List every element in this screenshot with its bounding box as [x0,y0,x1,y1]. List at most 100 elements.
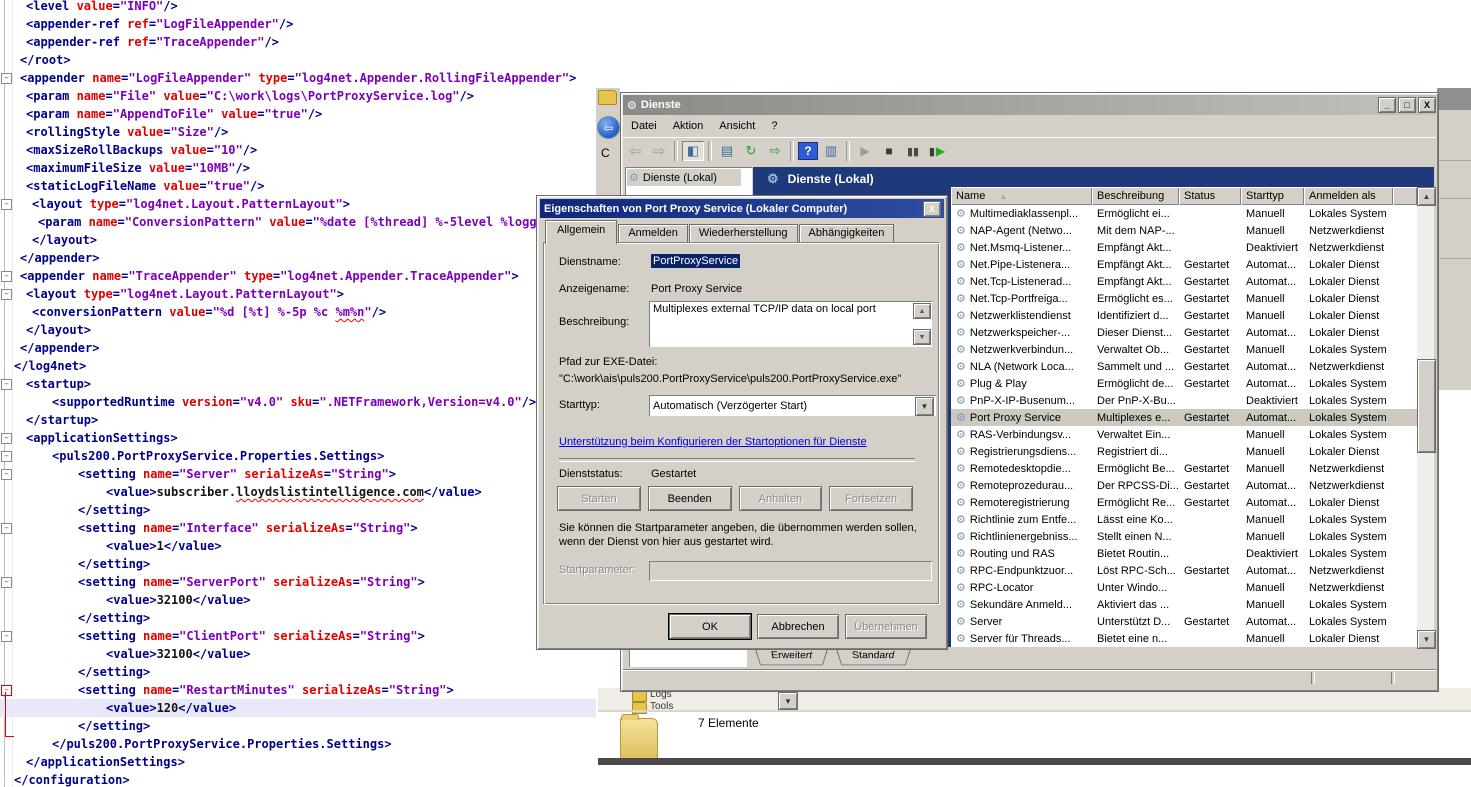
scroll-down-icon[interactable]: ▼ [1417,630,1436,649]
table-row[interactable]: ⚙NAP-Agent (Netwo...Mit dem NAP-...Manue… [951,222,1417,239]
column-header-filler[interactable] [1393,187,1417,205]
cell: ⚙Remoteregistrierung [951,496,1092,509]
table-row[interactable]: ⚙Registrierungsdiens...Registriert di...… [951,443,1417,460]
pause-service-icon[interactable]: ▮▮ [902,141,924,161]
menu-ansicht[interactable]: Ansicht [711,118,763,134]
fold-marker-icon[interactable]: − [1,199,12,210]
table-row[interactable]: ⚙Richtlinie zum Entfe...Lässt eine Ko...… [951,511,1417,528]
table-row[interactable]: ⚙Net.Pipe-Listenera...Empfängt Akt...Ges… [951,256,1417,273]
ok-button[interactable]: OK [669,614,751,639]
fold-marker-icon[interactable]: − [1,379,12,390]
table-row[interactable]: ⚙Sekundäre Anmeld...Aktiviert das ...Man… [951,596,1417,613]
cell: Sammelt und ... [1092,361,1179,373]
fold-marker-icon[interactable]: − [1,469,12,480]
fold-marker-icon[interactable]: − [1,577,12,588]
table-row[interactable]: ⚙NLA (Network Loca...Sammelt und ...Gest… [951,358,1417,375]
scrollbar-thumb[interactable] [1417,359,1436,453]
description-field[interactable]: Multiplexes external TCP/IP data on loca… [649,301,932,347]
table-row[interactable]: ⚙Richtlinienergebniss...Stellt einen N..… [951,528,1417,545]
apply-button[interactable]: Übernehmen [845,614,927,639]
start-service-icon[interactable]: ▶ [854,141,876,161]
tab-standard[interactable]: Standard [836,649,911,665]
fold-marker-icon[interactable]: − [1,523,12,534]
fold-marker-icon[interactable]: − [1,289,12,300]
dropdown-arrow-icon[interactable]: ▼ [915,397,934,416]
minimize-button[interactable]: _ [1378,97,1396,113]
table-row-selected[interactable]: ⚙Port Proxy ServiceMultiplexes e...Gesta… [951,409,1417,426]
tree-item-dienste-lokal[interactable]: ⚙ Dienste (Lokal) [627,169,741,186]
table-row[interactable]: ⚙RPC-LocatorUnter Windo...ManuellNetzwer… [951,579,1417,596]
tab-erweitert[interactable]: Erweitert [755,649,828,665]
fold-marker-icon[interactable]: − [1,451,12,462]
stop-button[interactable]: Beenden [648,486,732,511]
column-header-anmelden-als[interactable]: Anmelden als [1304,187,1393,205]
column-header-beschreibung[interactable]: Beschreibung [1092,187,1179,205]
table-row[interactable]: ⚙Multimediaklassenpl...Ermöglicht ei...M… [951,205,1417,222]
scroll-up-icon[interactable]: ▲ [1417,187,1436,206]
column-header-status[interactable]: Status [1179,187,1241,205]
forward-icon[interactable]: ⇨ [648,141,670,161]
table-row[interactable]: ⚙Netzwerkspeicher-...Dieser Dienst...Ges… [951,324,1417,341]
tab-allgemein[interactable]: Allgemein [545,220,617,244]
table-row[interactable]: ⚙RPC-Endpunktzuor...Löst RPC-Sch...Gesta… [951,562,1417,579]
show-console-tree-icon[interactable]: ◧ [682,141,704,161]
service-name-value[interactable]: PortProxyService [651,255,740,267]
startup-type-select[interactable]: Automatisch (Verzögerter Start) ▼ [649,395,936,416]
pause-button[interactable]: Anhalten [739,486,823,511]
table-row[interactable]: ⚙Net.Tcp-Portfreiga...Ermöglicht es...Ge… [951,290,1417,307]
table-row[interactable]: ⚙RemoteregistrierungErmöglicht Re...Gest… [951,494,1417,511]
cancel-button[interactable]: Abbrechen [757,614,839,639]
show-action-pane-icon[interactable]: ▥ [820,141,842,161]
back-icon[interactable]: ⇦ [597,116,620,139]
resume-button[interactable]: Fortsetzen [829,486,913,511]
statusbar [623,669,1436,687]
menu-datei[interactable]: Datei [623,118,665,134]
description-scrollbar: ▲ ▼ [913,303,930,345]
restart-service-icon[interactable]: ▶ [926,141,948,161]
tab-anmelden[interactable]: Anmelden [618,224,688,244]
tab-abhängigkeiten[interactable]: Abhängigkeiten [799,224,895,244]
column-header-name[interactable]: Name▲ [951,187,1092,205]
table-row[interactable]: ⚙Netzwerkverbindun...Verwaltet Ob...Gest… [951,341,1417,358]
properties-icon[interactable]: ▤ [716,141,738,161]
table-row[interactable]: ⚙RAS-Verbindungsv...Verwaltet Ein...Manu… [951,426,1417,443]
scroll-down-icon[interactable]: ▼ [913,329,931,345]
menu-aktion[interactable]: Aktion [665,118,712,134]
start-params-input[interactable] [649,561,932,581]
back-icon[interactable]: ⇦ [624,141,646,161]
table-row[interactable]: ⚙Net.Tcp-Listenerad...Empfängt Akt...Ges… [951,273,1417,290]
stop-service-icon[interactable]: ■ [878,141,900,161]
fold-marker-icon[interactable]: − [1,631,12,642]
table-row[interactable]: ⚙Server für Threads...Bietet eine n...Ma… [951,630,1417,647]
table-row[interactable]: ⚙Plug & PlayErmöglicht de...GestartetAut… [951,375,1417,392]
fold-marker-icon[interactable]: − [1,73,12,84]
refresh-icon[interactable]: ↻ [740,141,762,161]
vertical-scrollbar[interactable]: ▲ ▼ [1417,187,1434,647]
table-row[interactable]: ⚙Net.Msmq-Listener...Empfängt Akt...Deak… [951,239,1417,256]
start-button[interactable]: Starten [557,486,641,511]
close-button[interactable]: X [1418,97,1436,113]
scroll-up-icon[interactable]: ▲ [913,303,931,319]
table-row[interactable]: ⚙PnP-X-IP-Busenum...Der PnP-X-Bu...Deakt… [951,392,1417,409]
dropdown-arrow-icon[interactable]: ▼ [778,692,798,710]
table-row[interactable]: ⚙Remotedesktopdie...Ermöglicht Be...Gest… [951,460,1417,477]
table-row[interactable]: ⚙Remoteprozedurau...Der RPCSS-Di...Gesta… [951,477,1417,494]
cell: Verwaltet Ein... [1092,429,1179,441]
folder-icon [620,718,658,760]
maximize-button[interactable]: □ [1398,97,1416,113]
tab-wiederherstellung[interactable]: Wiederherstellung [689,224,798,244]
cell: Netzwerkdienst [1304,582,1393,594]
column-header-starttyp[interactable]: Starttyp [1241,187,1304,205]
fold-marker-icon[interactable]: − [1,433,12,444]
dialog-titlebar[interactable]: Eigenschaften von Port Proxy Service (Lo… [540,199,944,218]
fold-marker-icon[interactable]: − [1,271,12,282]
table-row[interactable]: ⚙NetzwerklistendienstIdentifiziert d...G… [951,307,1417,324]
table-row[interactable]: ⚙ServerUnterstützt D...GestartetAutomat.… [951,613,1417,630]
table-row[interactable]: ⚙Routing und RASBietet Routin...Deaktivi… [951,545,1417,562]
export-list-icon[interactable]: ⇨ [764,141,786,161]
titlebar[interactable]: ⚙ Dienste _ □ X [623,95,1436,115]
menu-help[interactable]: ? [763,118,785,134]
startup-options-help-link[interactable]: Unterstützung beim Konfigurieren der Sta… [559,436,867,448]
help-icon[interactable]: ? [798,142,818,160]
dialog-close-icon[interactable]: X [923,201,941,217]
